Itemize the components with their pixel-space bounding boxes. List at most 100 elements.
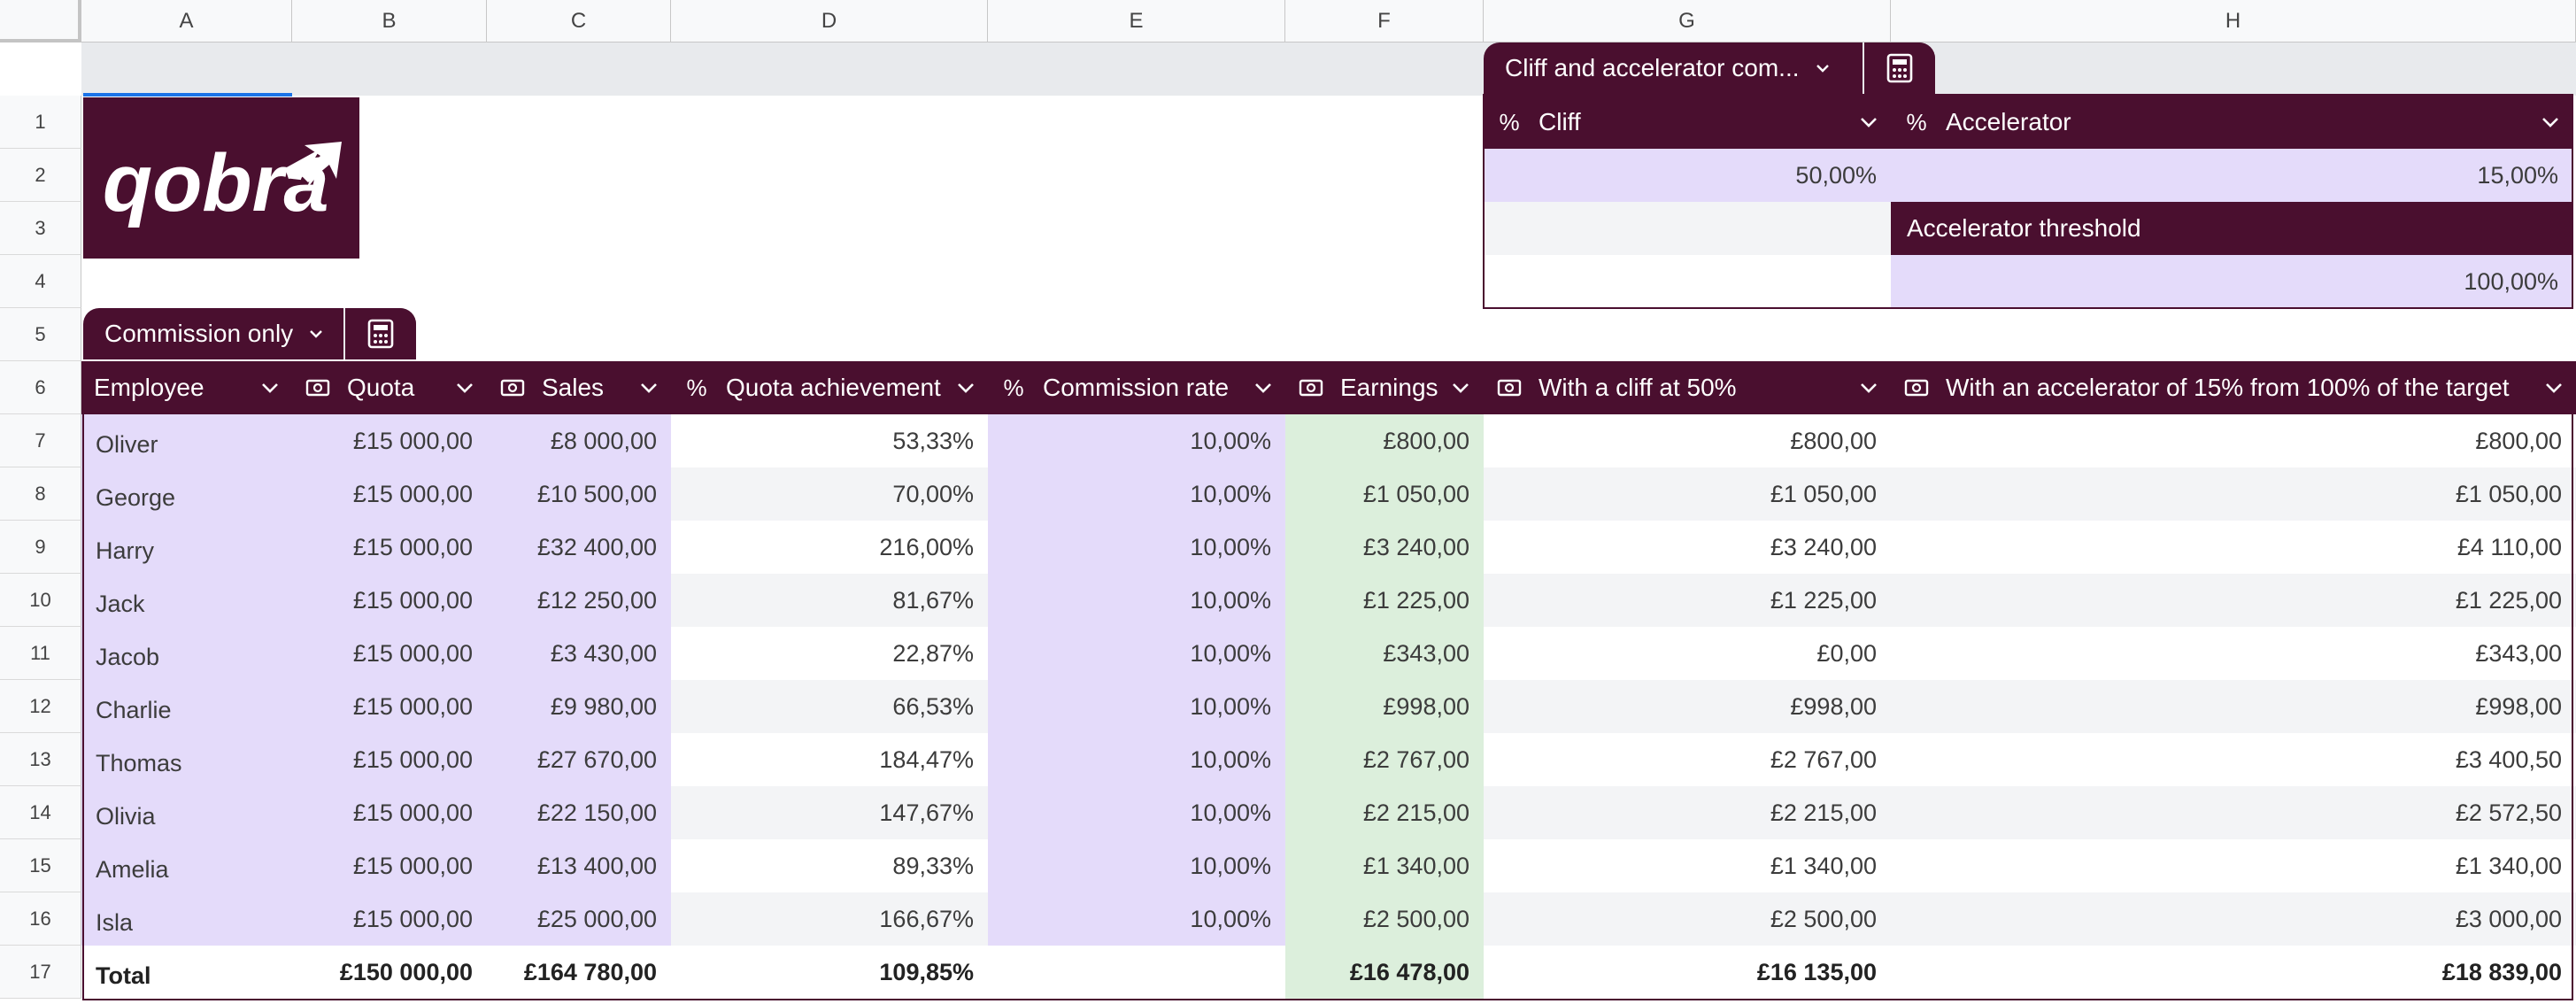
table-cell-cliff[interactable]: £998,00 <box>1484 680 1891 733</box>
total-cell-quota[interactable]: £150 000,00 <box>292 946 487 999</box>
threshold-value[interactable]: 100,00% <box>1891 255 2572 308</box>
column-header-quota-achievement[interactable]: % Quota achievement <box>671 361 988 414</box>
table-cell-quota[interactable]: £15 000,00 <box>292 733 487 786</box>
column-header-g[interactable]: G <box>1484 0 1891 42</box>
row-header-2[interactable]: 2 <box>0 149 81 202</box>
table-cell-rate[interactable]: 10,00% <box>988 839 1285 892</box>
table-cell-accel[interactable]: £3 400,50 <box>1891 733 2576 786</box>
table-cell-employee[interactable]: Olivia <box>81 786 292 839</box>
table-cell-quota[interactable]: £15 000,00 <box>292 521 487 574</box>
table-cell-accel[interactable]: £998,00 <box>1891 680 2576 733</box>
table-cell-sales[interactable]: £12 250,00 <box>487 574 671 627</box>
table-cell-rate[interactable]: 10,00% <box>988 467 1285 521</box>
table-cell-cliff[interactable]: £0,00 <box>1484 627 1891 680</box>
row-header-1[interactable]: 1 <box>0 96 81 149</box>
row-header-17[interactable]: 17 <box>0 946 81 999</box>
table-cell-earnings[interactable]: £1 340,00 <box>1285 839 1484 892</box>
table-cell-achievement[interactable]: 147,67% <box>671 786 988 839</box>
table-cell-achievement[interactable]: 70,00% <box>671 467 988 521</box>
row-header-11[interactable]: 11 <box>0 627 81 680</box>
table-cell-rate[interactable]: 10,00% <box>988 574 1285 627</box>
table-cell-earnings[interactable]: £1 050,00 <box>1285 467 1484 521</box>
table-cell-achievement[interactable]: 81,67% <box>671 574 988 627</box>
row-header-9[interactable]: 9 <box>0 521 81 574</box>
table-cell-cliff[interactable]: £2 500,00 <box>1484 892 1891 946</box>
table-cell-sales[interactable]: £32 400,00 <box>487 521 671 574</box>
column-header-cliff[interactable]: With a cliff at 50% <box>1484 361 1891 414</box>
row-header-3[interactable]: 3 <box>0 202 81 255</box>
table-cell-employee[interactable]: Amelia <box>81 839 292 892</box>
table-cell-sales[interactable]: £9 980,00 <box>487 680 671 733</box>
table-cell-achievement[interactable]: 53,33% <box>671 414 988 467</box>
total-cell-rate[interactable] <box>988 946 1285 999</box>
total-cell-achievement[interactable]: 109,85% <box>671 946 988 999</box>
table-cell-earnings[interactable]: £800,00 <box>1285 414 1484 467</box>
table-cell-cliff[interactable]: £3 240,00 <box>1484 521 1891 574</box>
row-header-12[interactable]: 12 <box>0 680 81 733</box>
chevron-down-icon[interactable] <box>260 381 280 395</box>
table-cell-sales[interactable]: £3 430,00 <box>487 627 671 680</box>
calculator-icon[interactable] <box>1863 42 1935 94</box>
accelerator-value[interactable]: 15,00% <box>1891 149 2572 202</box>
table-cell-earnings[interactable]: £998,00 <box>1285 680 1484 733</box>
column-header-c[interactable]: C <box>487 0 671 42</box>
cliff-table-tab[interactable]: Cliff and accelerator com... <box>1484 42 1935 94</box>
row-header-15[interactable]: 15 <box>0 839 81 892</box>
column-header-accelerator[interactable]: With an accelerator of 15% from 100% of … <box>1891 361 2576 414</box>
table-cell-earnings[interactable]: £2 215,00 <box>1285 786 1484 839</box>
table-cell-employee[interactable]: Thomas <box>81 733 292 786</box>
main-table-tab[interactable]: Commission only <box>83 308 416 359</box>
table-cell-rate[interactable]: 10,00% <box>988 521 1285 574</box>
table-cell-sales[interactable]: £22 150,00 <box>487 786 671 839</box>
row-header-14[interactable]: 14 <box>0 786 81 839</box>
table-cell-quota[interactable]: £15 000,00 <box>292 627 487 680</box>
column-header-f[interactable]: F <box>1285 0 1484 42</box>
table-cell-sales[interactable]: £25 000,00 <box>487 892 671 946</box>
table-cell-accel[interactable]: £800,00 <box>1891 414 2576 467</box>
table-cell-earnings[interactable]: £343,00 <box>1285 627 1484 680</box>
column-header-h[interactable]: H <box>1891 0 2576 42</box>
table-cell-earnings[interactable]: £1 225,00 <box>1285 574 1484 627</box>
chevron-down-icon[interactable] <box>309 327 323 341</box>
table-cell-sales[interactable]: £10 500,00 <box>487 467 671 521</box>
table-cell-rate[interactable]: 10,00% <box>988 680 1285 733</box>
column-header-employee[interactable]: Employee <box>81 361 292 414</box>
total-cell-cliff[interactable]: £16 135,00 <box>1484 946 1891 999</box>
table-cell-cliff[interactable]: £2 215,00 <box>1484 786 1891 839</box>
chevron-down-icon[interactable] <box>956 381 976 395</box>
calculator-icon[interactable] <box>343 308 416 359</box>
table-cell-achievement[interactable]: 166,67% <box>671 892 988 946</box>
table-cell-accel[interactable]: £343,00 <box>1891 627 2576 680</box>
total-cell-sales[interactable]: £164 780,00 <box>487 946 671 999</box>
chevron-down-icon[interactable] <box>1816 61 1830 75</box>
row-header-6[interactable]: 6 <box>0 361 81 414</box>
table-cell-cliff[interactable]: £1 050,00 <box>1484 467 1891 521</box>
column-header-b[interactable]: B <box>292 0 487 42</box>
table-cell-earnings[interactable]: £3 240,00 <box>1285 521 1484 574</box>
table-cell-rate[interactable]: 10,00% <box>988 786 1285 839</box>
table-cell-quota[interactable]: £15 000,00 <box>292 839 487 892</box>
table-cell-employee[interactable]: Charlie <box>81 680 292 733</box>
accelerator-column-header[interactable]: % Accelerator <box>1891 96 2572 149</box>
table-cell-achievement[interactable]: 216,00% <box>671 521 988 574</box>
table-cell-quota[interactable]: £15 000,00 <box>292 414 487 467</box>
table-cell-achievement[interactable]: 66,53% <box>671 680 988 733</box>
table-cell-achievement[interactable]: 22,87% <box>671 627 988 680</box>
column-header-sales[interactable]: Sales <box>487 361 671 414</box>
row-header-13[interactable]: 13 <box>0 733 81 786</box>
row-header-16[interactable]: 16 <box>0 892 81 946</box>
table-cell-quota[interactable]: £15 000,00 <box>292 680 487 733</box>
select-all-corner[interactable] <box>0 0 81 42</box>
table-cell-accel[interactable]: £2 572,50 <box>1891 786 2576 839</box>
table-cell-cliff[interactable]: £1 225,00 <box>1484 574 1891 627</box>
cliff-value[interactable]: 50,00% <box>1484 149 1891 202</box>
table-cell-quota[interactable]: £15 000,00 <box>292 892 487 946</box>
table-cell-earnings[interactable]: £2 500,00 <box>1285 892 1484 946</box>
row-header-5[interactable]: 5 <box>0 308 81 361</box>
chevron-down-icon[interactable] <box>2544 381 2564 395</box>
table-cell-accel[interactable]: £1 050,00 <box>1891 467 2576 521</box>
table-cell-accel[interactable]: £4 110,00 <box>1891 521 2576 574</box>
cliff-column-header[interactable]: % Cliff <box>1484 96 1891 149</box>
total-cell-accel[interactable]: £18 839,00 <box>1891 946 2576 999</box>
column-header-a[interactable]: A <box>81 0 292 42</box>
